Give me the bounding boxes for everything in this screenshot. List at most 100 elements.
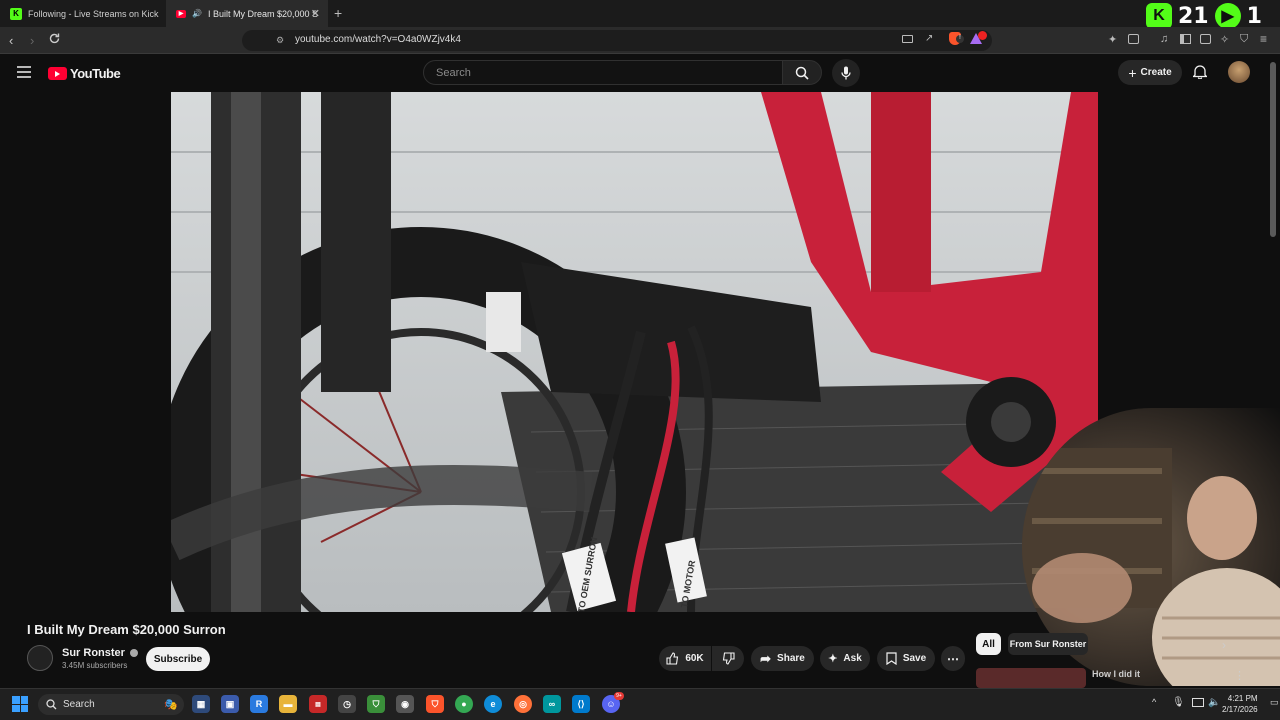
tray-mic-icon[interactable]: 🎙 [1172,697,1185,708]
chrome-icon[interactable]: ● [455,695,473,713]
music-icon[interactable]: ♫ [1160,33,1168,45]
sidebar-toggle-icon[interactable] [1180,34,1191,44]
share-button[interactable]: ➦ Share [751,646,814,671]
youtube-favicon-icon: ▶ [176,9,186,18]
like-count: 60K [685,653,704,664]
site-info-icon[interactable]: ⚙ [276,35,284,46]
extensions-icon[interactable]: ✦ [1108,33,1117,46]
subscribe-button[interactable]: Subscribe [146,647,210,671]
thumbs-up-icon [666,652,679,665]
obs-icon[interactable]: ◉ [396,695,414,713]
recommended-title[interactable]: How I did it [1092,669,1140,679]
leo-ai-icon[interactable]: ✧ [1220,33,1229,46]
voice-search-button[interactable] [832,59,860,87]
video-frame [171,92,1098,612]
ask-button[interactable]: ✦ Ask [820,646,870,671]
play-logo-icon: ▶ [1214,3,1241,29]
ask-label: Ask [843,653,862,664]
shield-app-icon[interactable]: ⛉ [367,695,385,713]
brave-browser-icon[interactable]: ⛉ [426,695,444,713]
firefox-icon[interactable]: ◎ [514,695,532,713]
chip-from-channel[interactable]: From Sur Ronster [1008,633,1088,655]
taskbar-search-label: Search [63,699,95,710]
forward-icon[interactable]: › [30,33,34,48]
chip-all[interactable]: All [976,633,1001,655]
channel-name-text: Sur Ronster [62,647,125,659]
thumbs-down-icon [722,652,735,665]
save-button[interactable]: Save [877,646,935,671]
create-button[interactable]: + Create [1118,60,1182,85]
verified-icon [130,649,139,658]
clock-app-icon[interactable]: ◷ [338,695,356,713]
rewards-badge [978,31,987,40]
second-count: 1 [1246,3,1262,29]
windows-start-icon[interactable] [12,696,28,712]
tray-volume-icon[interactable]: 🔈 [1208,697,1220,708]
account-avatar[interactable] [1228,61,1250,83]
share-label: Share [777,653,805,664]
file-explorer-icon[interactable]: ▬ [279,695,297,713]
screenshot-icon[interactable] [1128,34,1139,44]
vpn-icon[interactable]: ⛉ [1240,33,1248,46]
channel-avatar[interactable] [27,645,53,671]
video-player[interactable]: TO OEM SURRON TO MOTOR [171,92,1098,612]
plus-icon: + [1128,64,1137,81]
tray-chevron-up-icon[interactable]: ^ [1152,697,1156,707]
back-icon[interactable]: ‹ [9,33,13,48]
tab-kick[interactable]: K Following - Live Streams on Kick [0,0,165,27]
page-scrollbar[interactable] [1270,62,1276,237]
chevron-right-icon[interactable]: › [1222,638,1226,652]
search-button[interactable] [782,60,822,85]
search-icon [795,66,809,80]
speaker-icon: 🔊 [192,9,202,18]
notifications-bell-icon[interactable] [1193,64,1207,79]
create-label: Create [1140,67,1172,78]
clock-date: 2/17/2026 [1222,705,1258,714]
kick-count: 21 [1178,3,1209,29]
notification-center-icon[interactable]: ▭ [1270,697,1279,708]
more-vertical-icon[interactable]: ⋮ [1234,669,1245,682]
task-view-icon[interactable]: ▣ [221,695,239,713]
kick-favicon-icon: K [10,7,22,20]
cast-icon[interactable] [902,35,913,43]
subscriber-count: 3.45M subscribers [62,661,128,670]
new-tab-button[interactable]: + [334,5,342,21]
app-r-icon[interactable]: R [250,695,268,713]
video-title: I Built My Dream $20,000 Surron [27,622,226,637]
menu-icon[interactable]: ≡ [1260,32,1267,46]
dislike-button[interactable] [712,646,744,671]
logo-text: YouTube [70,66,121,81]
widgets-icon[interactable]: ▦ [192,695,210,713]
discord-badge: 9+ [614,692,624,700]
shield-count-badge: ! [956,35,964,43]
search-input[interactable]: Search [423,60,783,85]
recommended-thumbnail[interactable] [976,668,1086,688]
close-tab-icon[interactable]: ✕ [311,7,320,20]
wallet-icon[interactable] [1200,34,1211,44]
hamburger-menu-icon[interactable] [17,66,31,78]
arduino-icon[interactable]: ∞ [543,695,561,713]
tray-display-icon[interactable] [1192,698,1204,707]
reload-icon[interactable] [48,32,61,45]
youtube-play-icon [48,67,67,80]
url-text[interactable]: youtube.com/watch?v=O4a0WZjv4k4 [295,34,461,45]
channel-name[interactable]: Sur Ronster [62,647,139,659]
tab-youtube[interactable]: ▶ 🔊 I Built My Dream $20,000 Surr ✕ [166,0,328,27]
save-playlist-icon [886,652,897,665]
taskbar-search[interactable]: Search 🎭 [38,694,184,715]
search-icon [46,699,57,710]
taskbar-clock[interactable]: 4:21 PM 2/17/2026 [1222,693,1258,715]
tab-title: I Built My Dream $20,000 Surr [207,8,318,19]
more-actions-button[interactable]: ⋯ [941,646,965,671]
app-red-icon[interactable]: ▤ [309,695,327,713]
save-label: Save [902,653,927,664]
youtube-logo[interactable]: YouTube [48,66,121,81]
share-icon: ➦ [760,650,772,666]
microphone-icon [841,66,851,80]
mardi-gras-mask-icon: 🎭 [164,699,178,711]
sparkle-icon: ✦ [828,653,838,665]
share-page-icon[interactable]: ↗ [925,33,933,44]
edge-icon[interactable]: e [484,695,502,713]
like-button[interactable]: 60K [659,646,711,671]
vscode-icon[interactable]: ⟨⟩ [572,695,590,713]
